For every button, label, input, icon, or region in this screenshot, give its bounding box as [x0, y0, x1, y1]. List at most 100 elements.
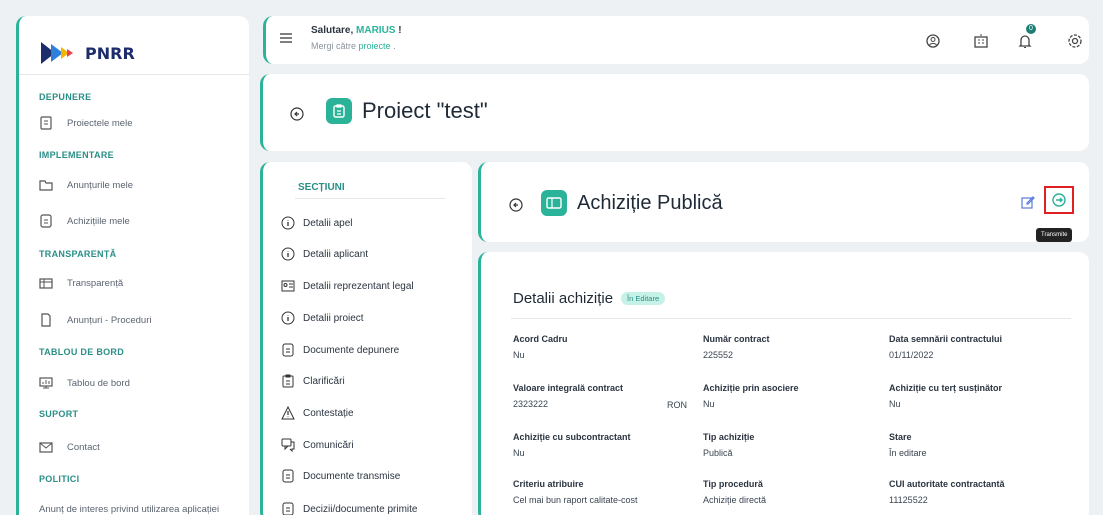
field-label: CUI autoritate contractantă	[889, 479, 1005, 489]
project-title: Proiect "test"	[362, 98, 488, 123]
clipboard-icon	[326, 98, 352, 124]
field-value: Achiziție directă	[703, 495, 767, 505]
field-label: Criteriu atribuire	[513, 479, 584, 489]
details-header: Detalii achiziție În Editare	[513, 290, 666, 307]
file-icon	[40, 116, 52, 130]
sidebar-section-depunere: DEPUNERE	[39, 92, 92, 102]
field-value: În editare	[889, 448, 927, 458]
field-value: 225552	[703, 350, 734, 360]
section-label: Documente depunere	[303, 344, 400, 356]
back-icon[interactable]	[290, 107, 304, 121]
section-detalii-aplicant[interactable]: Detalii aplicant	[281, 247, 368, 261]
section-label: Detalii reprezentant legal	[303, 280, 414, 292]
field-stare: Stare În editare	[889, 432, 927, 458]
section-comunicari[interactable]: Comunicări	[281, 438, 354, 452]
field-tert-sustinator: Achiziție cu terț susținător Nu	[889, 383, 1002, 409]
field-tip-procedura: Tip procedură Achiziție directă	[703, 479, 766, 505]
sidebar-section-transparenta: TRANSPARENȚĂ	[39, 249, 117, 259]
clipboard-icon	[282, 374, 294, 388]
currency-label: RON	[667, 400, 687, 410]
section-label: Contestație	[303, 407, 354, 419]
field-label: Tip achiziție	[703, 432, 755, 442]
logo[interactable]: PNRR	[41, 42, 135, 64]
sections-title: SECȚIUNI	[298, 182, 345, 193]
sidebar-item-contact[interactable]: Contact	[39, 440, 100, 454]
section-detalii-apel[interactable]: Detalii apel	[281, 216, 352, 230]
field-label: Stare	[889, 432, 912, 442]
greeting-prefix: Salutare,	[311, 25, 354, 36]
field-criteriu-atribuire: Criteriu atribuire Cel mai bun raport ca…	[513, 479, 638, 505]
divider	[511, 318, 1071, 319]
sidebar-item-anunturi-proceduri[interactable]: Anunțuri - Proceduri	[39, 313, 151, 327]
field-label: Valoare integrală contract	[513, 383, 624, 393]
projects-link[interactable]: proiecte	[359, 41, 391, 51]
transmite-button[interactable]	[1044, 186, 1074, 214]
sidebar-item-achizitiile-mele[interactable]: Achizițiile mele	[39, 214, 130, 228]
user-name: MARIUS	[356, 25, 396, 36]
field-data-semnarii: Data semnării contractului 01/11/2022	[889, 334, 1002, 360]
section-clarificari[interactable]: Clarificări	[281, 374, 345, 388]
field-value: Nu	[513, 448, 525, 458]
section-decizii[interactable]: Decizii/documente primite	[281, 502, 418, 515]
greeting: Salutare, MARIUS !	[311, 25, 402, 36]
greeting-suffix: !	[398, 25, 402, 36]
field-tip-achizitie: Tip achiziție Publică	[703, 432, 754, 458]
section-label: Clarificări	[303, 375, 345, 387]
section-detalii-reprezentant[interactable]: Detalii reprezentant legal	[281, 279, 414, 293]
file-outline-icon	[41, 313, 51, 327]
sidebar-item-anunturile-mele[interactable]: Anunțurile mele	[39, 178, 133, 192]
field-value: Cel mai bun raport calitate-cost	[513, 495, 638, 505]
field-cui-autoritate: CUI autoritate contractantă 11125522	[889, 479, 1005, 505]
section-detalii-proiect[interactable]: Detalii proiect	[281, 311, 364, 325]
section-label: Detalii apel	[303, 217, 353, 229]
menu-icon[interactable]	[280, 33, 292, 43]
field-numar-contract: Număr contract 225552	[703, 334, 770, 360]
logo-text: PNRR	[85, 43, 135, 63]
field-achizitie-asociere: Achiziție prin asociere Nu	[703, 383, 799, 409]
table-icon	[39, 278, 53, 289]
sidebar-section-tablou-de-bord: TABLOU DE BORD	[39, 347, 125, 357]
info-icon	[281, 247, 295, 261]
transmite-tooltip: Transmite	[1036, 228, 1073, 242]
sidebar-section-suport: SUPORT	[39, 409, 79, 419]
back-icon[interactable]	[509, 198, 523, 212]
building-icon[interactable]	[972, 32, 990, 50]
section-documente-depunere[interactable]: Documente depunere	[281, 343, 399, 357]
sidebar-item-tablou-de-bord[interactable]: Tablou de bord	[39, 376, 130, 390]
edit-icon[interactable]	[1021, 195, 1035, 209]
gear-icon[interactable]	[1066, 32, 1084, 50]
sidebar-item-label: Tablou de bord	[67, 377, 130, 389]
sections-panel: SECȚIUNI Detalii apel Detalii aplicant D…	[260, 162, 472, 515]
section-contestatie[interactable]: Contestație	[281, 406, 354, 420]
sidebar: PNRR DEPUNERE Proiectele mele IMPLEMENTA…	[16, 16, 249, 515]
field-value: Nu	[513, 350, 525, 360]
sidebar-item-transparenta[interactable]: Transparență	[39, 276, 123, 290]
field-label: Număr contract	[703, 334, 770, 344]
divider	[19, 74, 249, 75]
ticket-icon	[541, 190, 567, 216]
arrow-right-circle-icon	[1052, 193, 1066, 207]
details-title: Detalii achiziție	[513, 290, 614, 307]
sidebar-item-proiectele-mele[interactable]: Proiectele mele	[39, 116, 132, 130]
sidebar-item-label: Anunț de interes privind utilizarea apli…	[39, 504, 220, 515]
sidebar-item-label: Transparență	[67, 277, 124, 289]
bell-icon[interactable]	[1016, 32, 1034, 50]
section-documente-transmise[interactable]: Documente transmise	[281, 469, 400, 483]
chat-icon	[281, 438, 295, 452]
field-valoare-contract: Valoare integrală contract 2323222	[513, 383, 623, 409]
details-panel: Detalii achiziție În Editare Acord Cadru…	[478, 252, 1089, 515]
user-icon[interactable]	[924, 32, 942, 50]
field-subcontractant: Achiziție cu subcontractant Nu	[513, 432, 631, 458]
section-label: Comunicări	[303, 439, 354, 451]
field-label: Achiziție cu terț susținător	[889, 383, 1003, 393]
achizitie-title: Achiziție Publică	[577, 191, 723, 214]
info-icon	[281, 311, 295, 325]
section-label: Documente transmise	[303, 470, 401, 482]
notification-badge: 0	[1026, 24, 1036, 34]
sidebar-item-label: Proiectele mele	[67, 117, 133, 129]
sidebar-item-label: Anunțurile mele	[67, 179, 134, 191]
sidebar-item-anunt-interes[interactable]: Anunț de interes privind utilizarea apli…	[39, 504, 219, 515]
field-value: 2323222	[513, 399, 549, 409]
section-label: Decizii/documente primite	[303, 503, 418, 515]
warning-icon	[281, 406, 295, 420]
